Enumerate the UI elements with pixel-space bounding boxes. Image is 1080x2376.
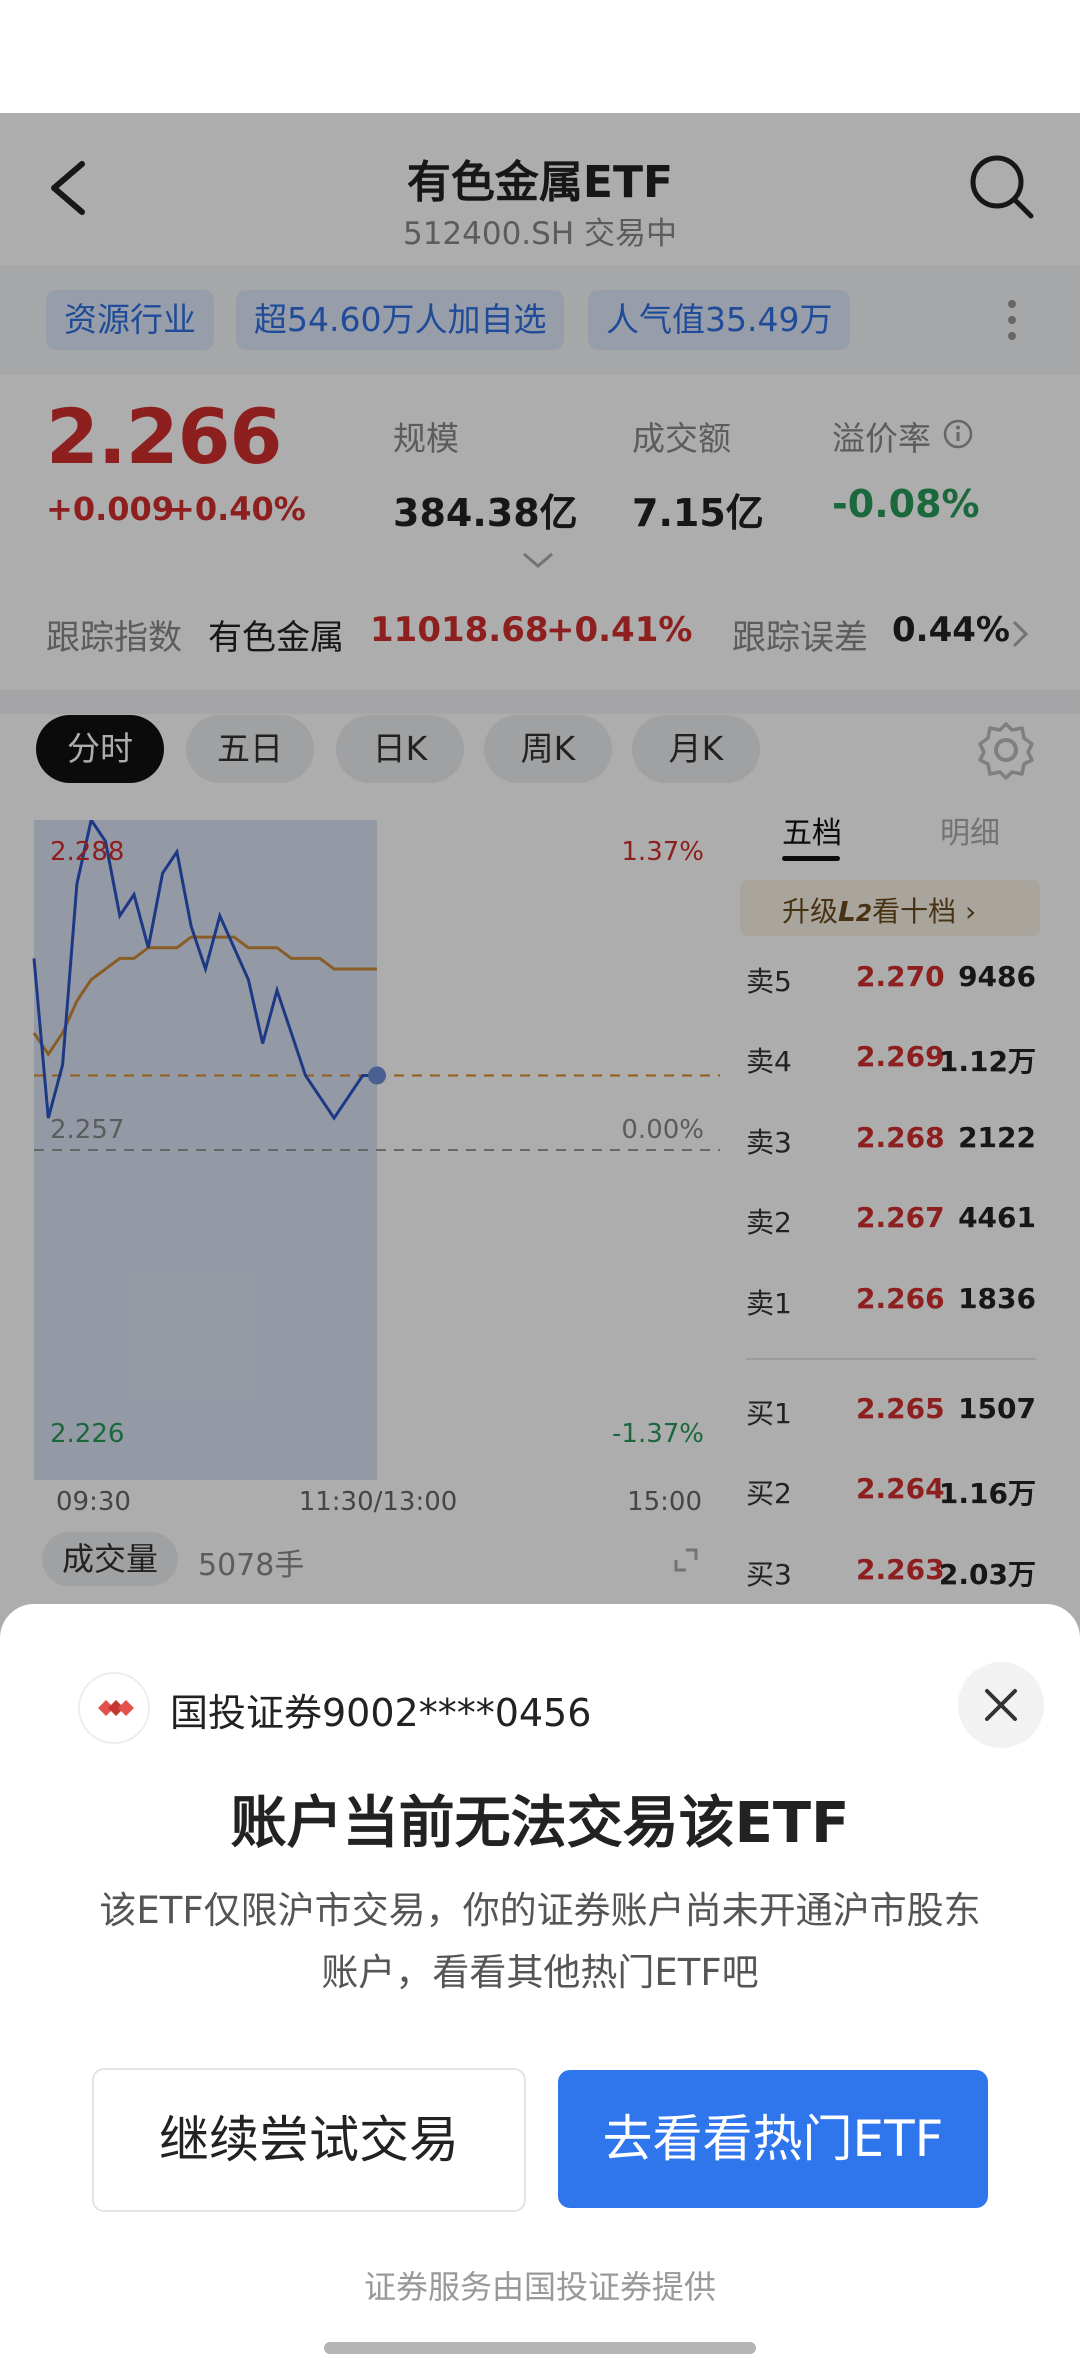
home-indicator[interactable] [324,2342,756,2354]
view-hot-etf-button[interactable]: 去看看热门ETF [558,2070,988,2208]
close-icon[interactable] [958,1662,1044,1748]
sheet-description: 该ETF仅限沪市交易，你的证券账户尚未开通沪市股东账户，看看其他热门ETF吧 [99,1889,981,1994]
status-bar [0,0,1080,113]
sheet-title: 账户当前无法交易该ETF [230,1791,850,1856]
service-provider-note: 证券服务由国投证券提供 [363,2268,716,2306]
broker-account: 国投证券9002****0456 [170,1691,592,1735]
continue-trade-button[interactable]: 继续尝试交易 [92,2068,526,2212]
broker-logo [78,1672,150,1744]
